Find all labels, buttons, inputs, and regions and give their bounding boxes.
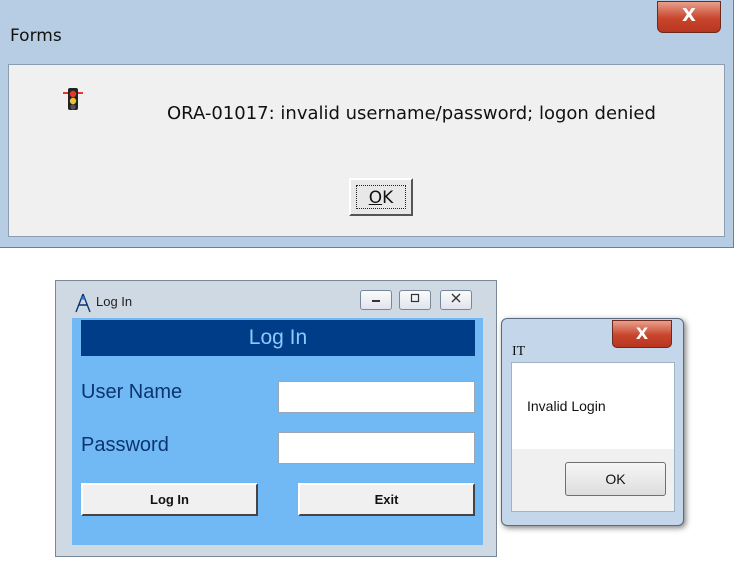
minimize-button[interactable] (360, 290, 392, 310)
it-message-text: Invalid Login (527, 398, 606, 414)
password-label: Password (81, 434, 169, 456)
ok-accelerator-label: O (368, 188, 383, 208)
it-close-button[interactable]: X (612, 320, 672, 348)
forms-close-button[interactable]: X (657, 1, 721, 33)
close-button[interactable] (440, 290, 472, 310)
close-icon (451, 293, 461, 303)
forms-ok-button[interactable]: OK (349, 178, 413, 216)
maximize-button[interactable] (399, 290, 431, 310)
username-input[interactable] (278, 381, 475, 413)
username-label: User Name (81, 381, 183, 403)
minimize-icon (372, 300, 380, 302)
app-icon (75, 293, 91, 313)
login-window-title: Log In (96, 294, 133, 309)
login-banner: Log In (81, 320, 475, 356)
forms-dialog-title: Forms (10, 26, 62, 46)
it-ok-button[interactable]: OK (565, 462, 666, 496)
maximize-icon (410, 293, 420, 303)
ok-label-rest: K (382, 188, 394, 208)
forms-error-message: ORA-01017: invalid username/password; lo… (167, 103, 656, 124)
stop-sign-icon (63, 88, 83, 110)
password-input[interactable] (278, 432, 475, 464)
it-dialog-title: IT (512, 344, 526, 359)
exit-button[interactable]: Exit (298, 483, 475, 516)
login-button[interactable]: Log In (81, 483, 258, 516)
